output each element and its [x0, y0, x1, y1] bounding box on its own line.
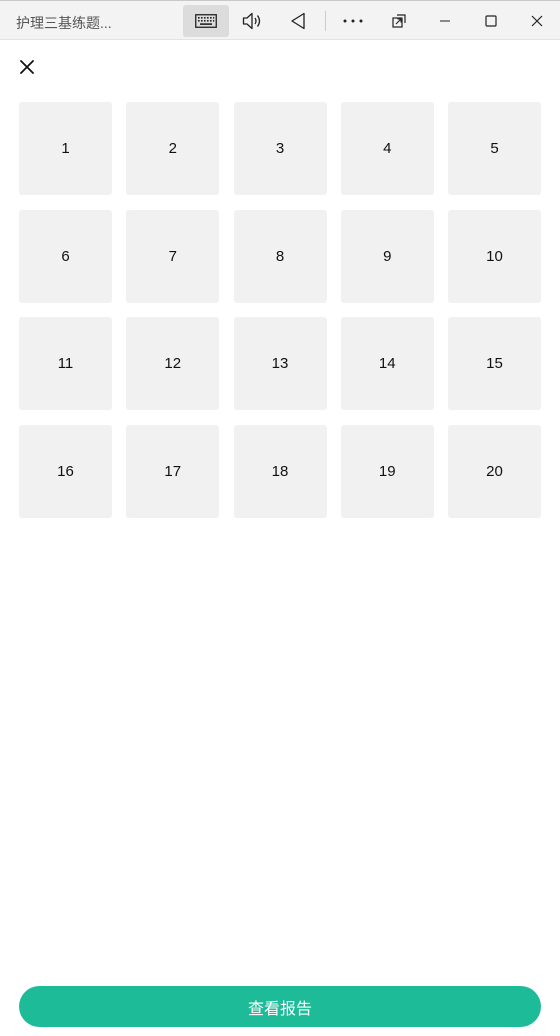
question-cell[interactable]: 2 — [126, 102, 220, 195]
minimize-icon — [440, 20, 450, 22]
view-report-button[interactable]: 查看报告 — [19, 986, 541, 1027]
maximize-icon — [485, 15, 497, 27]
question-cell[interactable]: 20 — [448, 424, 541, 518]
question-cell[interactable]: 18 — [233, 424, 327, 518]
question-cell[interactable]: 17 — [126, 424, 220, 518]
keyboard-button[interactable] — [183, 5, 229, 37]
close-icon — [531, 15, 543, 27]
question-grid: 1 2 3 4 5 6 7 8 9 10 11 12 13 14 15 16 1… — [19, 102, 541, 518]
speaker-icon — [242, 12, 261, 30]
question-cell[interactable]: 19 — [340, 424, 434, 518]
window-title: 护理三基练题... — [16, 15, 112, 31]
back-button[interactable] — [275, 5, 321, 37]
title-bar: 护理三基练题... — [0, 0, 560, 40]
question-cell[interactable]: 1 — [19, 102, 112, 195]
question-cell[interactable]: 7 — [126, 209, 220, 303]
back-triangle-icon — [291, 12, 305, 30]
close-icon — [20, 60, 34, 74]
question-cell[interactable]: 11 — [19, 317, 112, 410]
question-cell[interactable]: 9 — [340, 209, 434, 303]
toolbar-divider — [325, 11, 326, 31]
question-cell[interactable]: 14 — [340, 317, 434, 410]
question-cell[interactable]: 15 — [448, 317, 541, 410]
question-cell[interactable]: 5 — [448, 102, 541, 195]
maximize-button[interactable] — [468, 5, 514, 37]
restore-window-button[interactable] — [376, 5, 422, 37]
question-cell[interactable]: 3 — [233, 102, 327, 195]
question-cell[interactable]: 10 — [448, 209, 541, 303]
keyboard-icon — [195, 14, 217, 28]
question-cell[interactable]: 13 — [233, 317, 327, 410]
question-cell[interactable]: 6 — [19, 209, 112, 303]
restore-window-icon — [392, 14, 406, 28]
close-panel-button[interactable] — [14, 54, 40, 80]
close-window-button[interactable] — [514, 5, 560, 37]
speaker-button[interactable] — [229, 5, 275, 37]
question-cell[interactable]: 8 — [233, 209, 327, 303]
question-cell[interactable]: 16 — [19, 424, 112, 518]
question-cell[interactable]: 4 — [340, 102, 434, 195]
minimize-button[interactable] — [422, 5, 468, 37]
more-button[interactable] — [330, 5, 376, 37]
question-cell[interactable]: 12 — [126, 317, 220, 410]
more-icon — [343, 19, 363, 23]
